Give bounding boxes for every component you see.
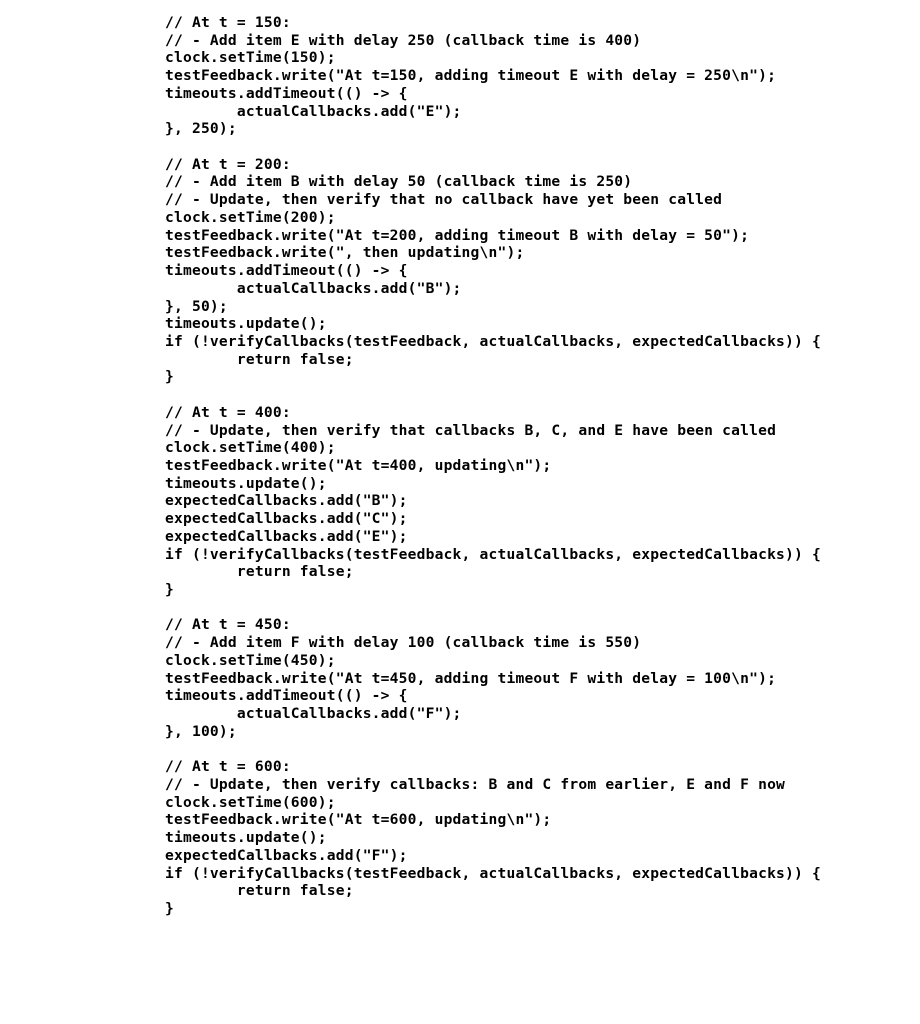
code-snippet: // At t = 150: // - Add item E with dela… — [0, 0, 920, 918]
